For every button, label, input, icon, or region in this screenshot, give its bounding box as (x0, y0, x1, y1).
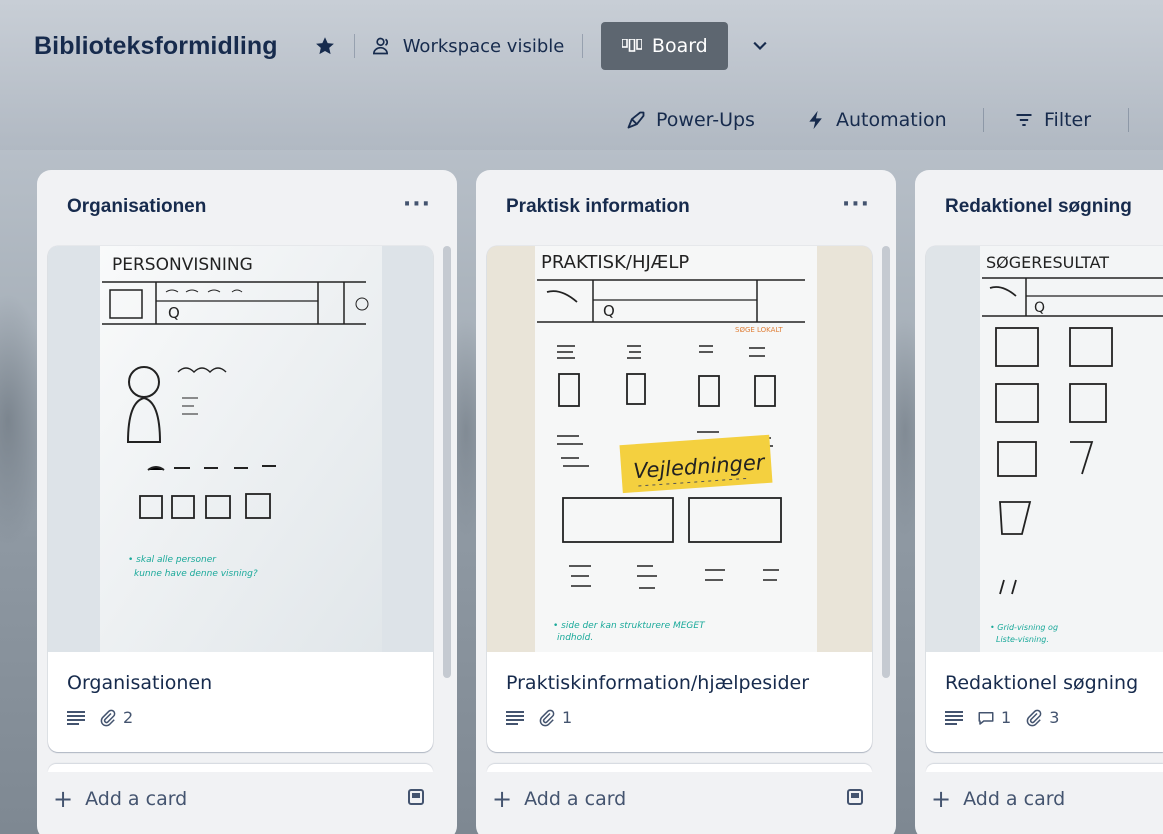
attachments-count: 2 (123, 708, 134, 727)
attachments-badge: 1 (538, 708, 572, 727)
svg-text:• side der kan strukturere MEG: • side der kan strukturere MEGET (553, 621, 706, 631)
card-badges: 1 (506, 708, 572, 727)
next-card-peek[interactable] (487, 764, 872, 772)
board-view-label: Board (651, 35, 708, 57)
description-icon (945, 710, 963, 725)
filter-icon (1016, 114, 1032, 126)
workspace-visible-button[interactable]: Workspace visible (403, 36, 565, 57)
next-card-peek[interactable] (926, 764, 1163, 772)
board-header-actions: Power-Ups Automation Filter (0, 100, 1163, 140)
filter-label: Filter (1044, 109, 1092, 131)
next-card-peek[interactable] (48, 764, 433, 772)
add-card-label: Add a card (524, 788, 627, 810)
automation-button[interactable]: Automation (806, 100, 947, 140)
list-title[interactable]: Praktisk information (506, 196, 690, 218)
paperclip-icon (539, 709, 555, 726)
attachments-badge: 3 (1025, 708, 1059, 727)
cover-text: PERSONVISNING (112, 255, 253, 275)
people-icon (372, 37, 388, 55)
card-cover-image: PERSONVISNING Q • skal alle personer kun… (48, 246, 433, 652)
list-title[interactable]: Redaktionel søgning (945, 196, 1132, 218)
list-praktisk-information[interactable]: Praktisk information ··· PRAKTISK/HJÆLP … (476, 170, 896, 834)
divider (983, 108, 984, 132)
svg-text:Q: Q (603, 302, 615, 320)
comment-icon (978, 711, 994, 725)
card-badges: 2 (67, 708, 133, 727)
board-icon (621, 39, 642, 52)
power-ups-button[interactable]: Power-Ups (626, 100, 755, 140)
attachments-badge: 2 (99, 708, 133, 727)
add-card-label: Add a card (85, 788, 188, 810)
svg-text:PRAKTISK/HJÆLP: PRAKTISK/HJÆLP (541, 252, 689, 273)
list-scrollbar[interactable] (443, 246, 451, 678)
power-ups-label: Power-Ups (656, 109, 755, 131)
lightning-icon (809, 110, 822, 130)
list-organisationen[interactable]: Organisationen ··· PERSONVISNING Q • ska… (37, 170, 457, 834)
add-card-button[interactable]: + Add a card (53, 784, 187, 814)
star-icon[interactable] (314, 35, 336, 57)
board-title[interactable]: Biblioteksformidling (34, 32, 278, 61)
comments-badge: 1 (977, 708, 1011, 727)
plus-icon: + (53, 785, 74, 813)
svg-text:Q: Q (1034, 300, 1045, 316)
board-header: Biblioteksformidling Workspace visible B… (0, 0, 1163, 150)
divider (582, 34, 584, 58)
card-redaktionel-soegning[interactable]: SØGERESULTAT Q • Grid-visning og Liste-v… (926, 246, 1163, 752)
divider (1128, 108, 1129, 132)
attachments-count: 1 (562, 708, 573, 727)
divider (353, 34, 355, 58)
card-template-icon[interactable] (407, 788, 425, 806)
svg-text:kunne have denne visning?: kunne have denne visning? (134, 569, 258, 579)
paperclip-icon (1026, 709, 1042, 726)
add-card-button[interactable]: + Add a card (931, 784, 1065, 814)
add-card-label: Add a card (963, 788, 1066, 810)
svg-text:• skal alle personer: • skal alle personer (128, 555, 217, 565)
card-title: Redaktionel søgning (945, 672, 1139, 694)
attachments-count: 3 (1049, 708, 1060, 727)
card-template-icon[interactable] (846, 788, 864, 806)
svg-text:• Grid-visning og: • Grid-visning og (990, 623, 1058, 632)
board-view-button[interactable]: Board (601, 22, 729, 70)
svg-text:Liste-visning.: Liste-visning. (996, 635, 1049, 644)
rocket-icon (627, 111, 645, 129)
card-title: Praktiskinformation/hjælpesider (506, 672, 810, 694)
description-icon (67, 710, 85, 725)
svg-text:Q: Q (168, 304, 180, 322)
list-redaktionel-soegning[interactable]: Redaktionel søgning SØGERESULTAT Q • Gri… (915, 170, 1163, 834)
card-cover-image: PRAKTISK/HJÆLP Q SØGE LOKALT Vejledninge… (487, 246, 872, 652)
svg-text:SØGE LOKALT: SØGE LOKALT (735, 326, 783, 334)
list-scrollbar[interactable] (882, 246, 890, 678)
description-icon (506, 710, 524, 725)
card-badges: 1 3 (945, 708, 1059, 727)
card-praktiskinformation[interactable]: PRAKTISK/HJÆLP Q SØGE LOKALT Vejledninge… (487, 246, 872, 752)
paperclip-icon (100, 709, 116, 726)
add-card-button[interactable]: + Add a card (492, 784, 626, 814)
filter-button[interactable]: Filter (1014, 100, 1091, 140)
svg-text:SØGERESULTAT: SØGERESULTAT (986, 253, 1109, 272)
board-header-main: Biblioteksformidling Workspace visible B… (34, 22, 770, 70)
list-menu-button[interactable]: ··· (403, 192, 431, 217)
svg-text:indhold.: indhold. (557, 633, 593, 643)
automation-label: Automation (836, 109, 947, 131)
comments-count: 1 (1001, 708, 1012, 727)
plus-icon: + (931, 785, 952, 813)
list-title[interactable]: Organisationen (67, 196, 206, 218)
card-organisationen[interactable]: PERSONVISNING Q • skal alle personer kun… (48, 246, 433, 752)
list-menu-button[interactable]: ··· (842, 192, 870, 217)
chevron-down-icon[interactable] (750, 36, 770, 56)
plus-icon: + (492, 785, 513, 813)
card-cover-image: SØGERESULTAT Q • Grid-visning og Liste-v… (926, 246, 1163, 652)
card-title: Organisationen (67, 672, 213, 694)
